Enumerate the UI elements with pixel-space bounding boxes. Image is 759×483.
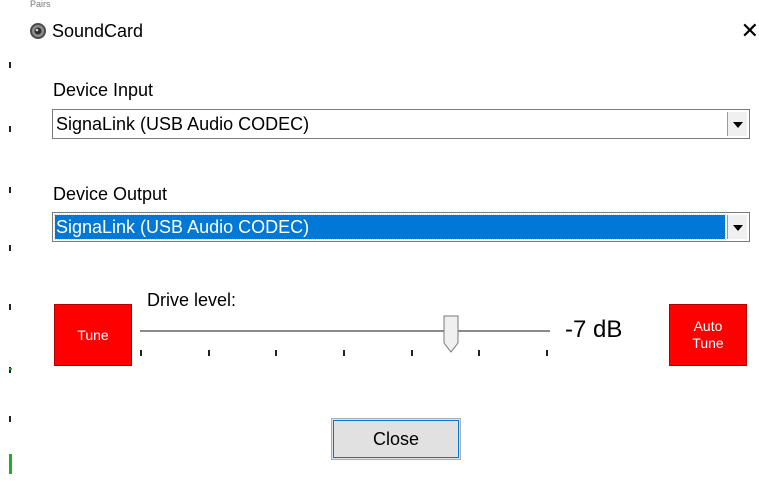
drive-level-slider-thumb[interactable] — [443, 315, 459, 353]
background-window-text: Pairs — [30, 0, 51, 9]
edge-green-mark — [9, 454, 12, 474]
window-title: SoundCard — [52, 21, 144, 41]
slider-tick — [208, 350, 210, 356]
edge-tick — [9, 416, 11, 422]
drive-level-label: Drive level: — [147, 290, 237, 310]
drive-level-value: -7 dB — [565, 316, 623, 343]
soundcard-dialog: Pairs SoundCard ✕ Device Input SignaLink… — [0, 0, 759, 483]
chevron-down-icon[interactable] — [727, 215, 747, 239]
tune-button-label: Tune — [77, 327, 109, 343]
chevron-down-icon[interactable] — [727, 112, 747, 136]
slider-tick — [478, 350, 480, 356]
edge-tick — [9, 245, 11, 251]
window-close-button[interactable]: ✕ — [741, 20, 759, 42]
edge-tick — [9, 187, 11, 193]
edge-tick — [9, 304, 11, 310]
edge-green-mark — [9, 368, 12, 370]
slider-tick — [546, 350, 548, 356]
auto-tune-label-line2: Tune — [692, 335, 724, 351]
drive-level-slider-track[interactable] — [140, 330, 550, 332]
close-button[interactable]: Close — [331, 418, 461, 460]
device-output-value: SignaLink (USB Audio CODEC) — [56, 217, 310, 237]
slider-tick — [343, 350, 345, 356]
close-button-label: Close — [372, 429, 420, 449]
device-input-label: Device Input — [53, 80, 154, 100]
edge-tick — [9, 126, 11, 132]
tune-button[interactable]: Tune — [54, 304, 132, 366]
auto-tune-button[interactable]: Auto Tune — [669, 304, 747, 366]
speaker-icon — [30, 23, 46, 39]
auto-tune-label-line1: Auto — [693, 318, 723, 334]
slider-tick — [275, 350, 277, 356]
device-input-value: SignaLink (USB Audio CODEC) — [56, 114, 310, 134]
device-output-select[interactable]: SignaLink (USB Audio CODEC) — [52, 212, 750, 242]
device-input-select[interactable]: SignaLink (USB Audio CODEC) — [52, 109, 750, 139]
slider-tick — [140, 350, 142, 356]
slider-tick — [411, 350, 413, 356]
edge-tick — [9, 62, 11, 68]
background-window-edge — [0, 0, 12, 483]
device-output-label: Device Output — [53, 184, 168, 204]
title-bar[interactable]: SoundCard ✕ — [12, 10, 759, 52]
